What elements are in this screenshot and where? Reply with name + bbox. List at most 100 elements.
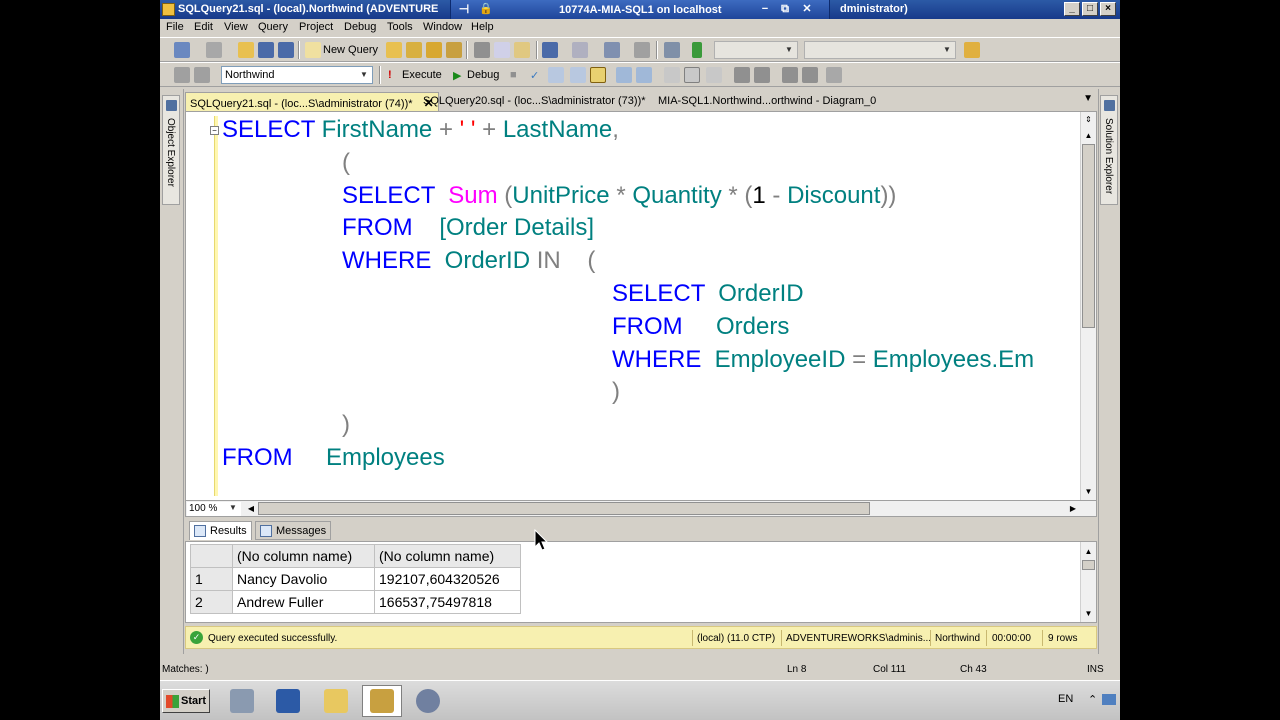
scroll-up-icon[interactable]: ▲ — [1081, 128, 1096, 143]
display-estimated-plan-icon[interactable] — [548, 67, 564, 83]
code-line[interactable]: SELECT OrderID — [222, 278, 1034, 311]
scroll-left-icon[interactable]: ◀ — [244, 502, 258, 516]
row-number[interactable]: 1 — [190, 567, 233, 591]
increase-indent-icon[interactable] — [802, 67, 818, 83]
server-manager-taskbar-button[interactable] — [222, 685, 262, 717]
new-query-icon[interactable] — [305, 42, 321, 58]
solution-config-combo[interactable]: ▼ — [714, 41, 798, 59]
powershell-taskbar-button[interactable] — [268, 685, 308, 717]
parse-icon[interactable]: ✓ — [530, 69, 539, 82]
grid-cell[interactable]: Nancy Davolio — [232, 567, 375, 591]
activity-monitor-icon[interactable] — [664, 42, 680, 58]
zoom-select[interactable]: 100 % ▼ — [187, 502, 241, 516]
solution-explorer-tab[interactable]: Solution Explorer — [1100, 95, 1118, 205]
column-header[interactable]: (No column name) — [374, 544, 521, 568]
database-select[interactable]: Northwind ▼ — [221, 66, 373, 84]
scroll-right-icon[interactable]: ▶ — [1066, 502, 1080, 516]
save-icon[interactable] — [258, 42, 274, 58]
row-number[interactable]: 2 — [190, 590, 233, 614]
menu-window[interactable]: Window — [423, 21, 462, 33]
debug-button[interactable]: Debug — [467, 69, 499, 81]
navigate-backward-icon[interactable] — [604, 42, 620, 58]
grid-corner[interactable] — [190, 544, 233, 568]
copy-icon[interactable] — [494, 42, 510, 58]
code-line[interactable]: ( — [222, 147, 1034, 180]
code-line[interactable]: FROM Employees — [222, 442, 1034, 475]
query-designer-icon[interactable] — [570, 67, 586, 83]
disconnect-icon[interactable] — [194, 67, 210, 83]
tab-results[interactable]: Results — [189, 521, 252, 540]
tab-sqlquery20[interactable]: SQLQuery20.sql - (loc...S\administrator … — [419, 92, 650, 111]
database-engine-query-icon[interactable] — [386, 42, 402, 58]
grid-cell[interactable]: 166537,75497818 — [374, 590, 521, 614]
menu-query[interactable]: Query — [258, 21, 288, 33]
scrollbar-thumb[interactable] — [1082, 144, 1095, 328]
split-icon[interactable]: ⇕ — [1081, 112, 1096, 127]
ssms-taskbar-button[interactable] — [362, 685, 402, 717]
cut-icon[interactable] — [474, 42, 490, 58]
analysis-mdx-query-icon[interactable] — [406, 42, 422, 58]
menu-edit[interactable]: Edit — [194, 21, 213, 33]
show-hidden-icons[interactable]: ⌃ — [1088, 693, 1097, 706]
pin-icon[interactable]: ⊣ — [457, 2, 471, 16]
code-line[interactable]: WHERE OrderID IN ( — [222, 245, 1034, 278]
uncomment-icon[interactable] — [754, 67, 770, 83]
collapse-outline-icon[interactable]: − — [210, 126, 219, 135]
menu-project[interactable]: Project — [299, 21, 333, 33]
menu-file[interactable]: File — [166, 21, 184, 33]
add-item-icon[interactable] — [206, 42, 222, 58]
minimize-button[interactable]: _ — [1064, 2, 1080, 16]
undo-icon[interactable] — [542, 42, 558, 58]
code-line[interactable]: WHERE EmployeeID = Employees.Em — [222, 344, 1034, 377]
results-to-text-icon[interactable] — [664, 67, 680, 83]
column-header[interactable]: (No column name) — [232, 544, 375, 568]
new-project-icon[interactable] — [174, 42, 190, 58]
navigate-forward-icon[interactable] — [634, 42, 650, 58]
find-combo[interactable]: ▼ — [804, 41, 956, 59]
grid-cell[interactable]: Andrew Fuller — [232, 590, 375, 614]
code-line[interactable]: ) — [222, 409, 1034, 442]
paste-icon[interactable] — [514, 42, 530, 58]
sql-code[interactable]: SELECT FirstName + ' ' + LastName,(SELEC… — [222, 114, 1034, 475]
code-line[interactable]: FROM [Order Details] — [222, 212, 1034, 245]
close-button[interactable]: × — [1100, 2, 1116, 16]
scroll-down-icon[interactable]: ▼ — [1081, 484, 1096, 499]
new-query-button[interactable]: New Query — [323, 44, 378, 56]
horizontal-scrollbar-thumb[interactable] — [258, 502, 870, 515]
maximize-button[interactable]: □ — [1082, 2, 1098, 16]
redo-icon[interactable] — [572, 42, 588, 58]
code-line[interactable]: SELECT FirstName + ' ' + LastName, — [222, 114, 1034, 147]
language-indicator[interactable]: EN — [1058, 693, 1073, 705]
code-line[interactable]: FROM Orders — [222, 311, 1034, 344]
start-button[interactable]: Start — [162, 689, 210, 713]
menu-debug[interactable]: Debug — [344, 21, 376, 33]
object-explorer-tab[interactable]: Object Explorer — [162, 95, 180, 205]
save-all-icon[interactable] — [278, 42, 294, 58]
properties-icon[interactable] — [964, 42, 980, 58]
config-manager-taskbar-button[interactable] — [408, 685, 448, 717]
include-actual-plan-icon[interactable] — [616, 67, 632, 83]
menu-tools[interactable]: Tools — [387, 21, 413, 33]
code-line[interactable]: SELECT Sum (UnitPrice * Quantity * (1 - … — [222, 180, 1034, 213]
analysis-dmx-query-icon[interactable] — [426, 42, 442, 58]
menu-view[interactable]: View — [224, 21, 248, 33]
rdp-close-icon[interactable]: ✕ — [799, 2, 815, 16]
client-statistics-icon[interactable] — [636, 67, 652, 83]
network-icon[interactable] — [1102, 694, 1116, 705]
scroll-up-icon[interactable]: ▲ — [1081, 544, 1096, 559]
menu-help[interactable]: Help — [471, 21, 494, 33]
scroll-down-icon[interactable]: ▼ — [1081, 606, 1096, 621]
grid-cell[interactable]: 192107,604320526 — [374, 567, 521, 591]
editor-vertical-scrollbar[interactable]: ⇕ ▲ ▼ — [1080, 112, 1096, 500]
sql-editor[interactable]: − SELECT FirstName + ' ' + LastName,(SEL… — [185, 111, 1097, 501]
tab-sqlquery21[interactable]: SQLQuery21.sql - (loc...S\administrator … — [185, 92, 439, 111]
decrease-indent-icon[interactable] — [782, 67, 798, 83]
analysis-xmla-query-icon[interactable] — [446, 42, 462, 58]
scrollbar-thumb[interactable] — [1082, 560, 1095, 570]
open-file-icon[interactable] — [238, 42, 254, 58]
results-grid-icon[interactable] — [684, 67, 700, 83]
cancel-query-icon[interactable]: ■ — [510, 69, 517, 81]
results-to-grid-icon[interactable] — [590, 67, 606, 83]
results-vertical-scrollbar[interactable]: ▲ ▼ — [1080, 542, 1096, 622]
execute-button[interactable]: Execute — [402, 69, 442, 81]
